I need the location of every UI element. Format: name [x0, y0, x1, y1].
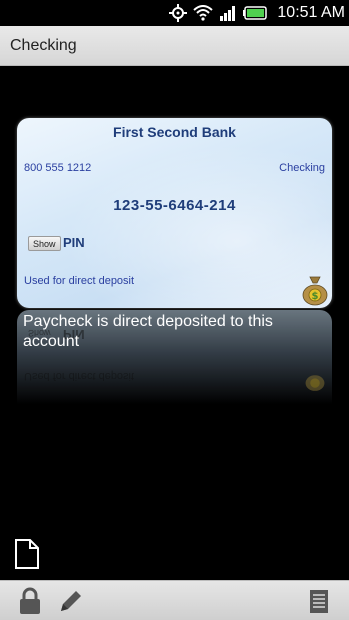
- pin-label: PIN: [63, 235, 85, 250]
- money-bag-icon: $: [302, 276, 328, 306]
- list-icon[interactable]: [305, 587, 333, 615]
- action-bar: Checking: [0, 26, 349, 66]
- signal-icon: [220, 6, 236, 21]
- account-note: Used for direct deposit: [24, 275, 135, 287]
- account-card[interactable]: First Second Bank 800 555 1212 Checking …: [17, 118, 332, 308]
- account-description: Paycheck is direct deposited to this acc…: [23, 313, 273, 350]
- clock-time: 10:51 AM: [277, 4, 345, 21]
- show-pin-button[interactable]: Show: [28, 236, 61, 251]
- wifi-icon: [193, 5, 214, 21]
- reflection-money-bag-icon: [305, 375, 325, 391]
- page-title: Checking: [10, 36, 77, 54]
- account-type: Checking: [279, 162, 325, 174]
- pencil-icon[interactable]: [57, 587, 85, 615]
- clock-am-pm: AM: [321, 4, 345, 21]
- lock-icon[interactable]: [16, 587, 44, 615]
- bank-phone[interactable]: 800 555 1212: [24, 162, 91, 174]
- document-icon[interactable]: [14, 539, 40, 569]
- gps-icon: [169, 4, 188, 22]
- reflection-note: Used for direct deposit: [24, 370, 135, 382]
- bank-name: First Second Bank: [113, 124, 236, 140]
- svg-text:$: $: [312, 291, 319, 302]
- status-bar: 10:51 AM: [0, 0, 349, 26]
- bottom-toolbar: [0, 580, 349, 620]
- account-number: 123-55-6464-214: [113, 197, 236, 214]
- battery-icon: [243, 6, 268, 20]
